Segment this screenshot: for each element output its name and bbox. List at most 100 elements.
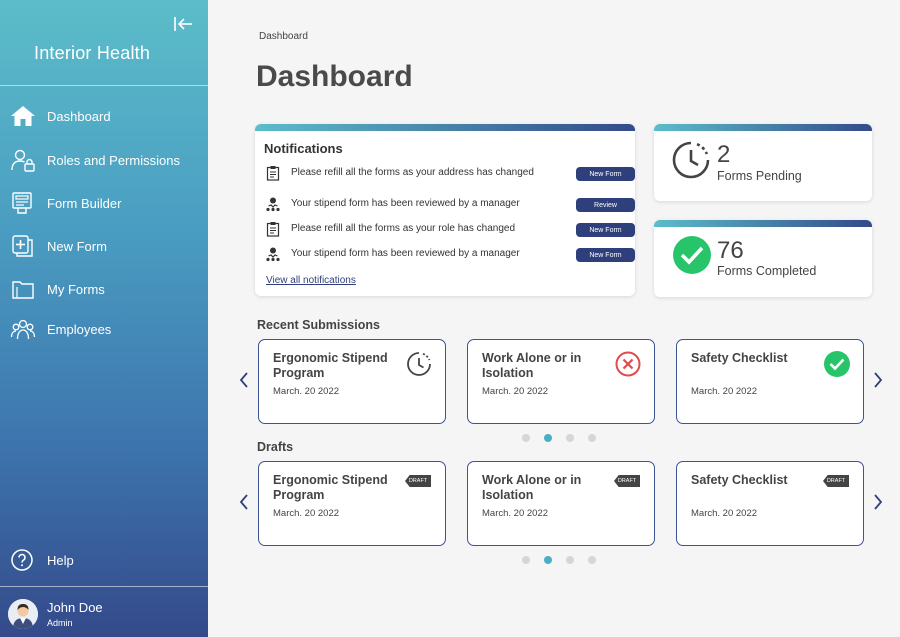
pending-clock-icon xyxy=(405,350,433,378)
chevron-right-icon[interactable] xyxy=(871,370,885,390)
user-role: Admin xyxy=(47,618,73,628)
chevron-left-icon[interactable] xyxy=(237,370,251,390)
notification-text: Please refill all the forms as your role… xyxy=(291,223,516,234)
form-builder-icon xyxy=(10,191,36,215)
carousel-dot[interactable] xyxy=(588,434,596,442)
carousel-dot-active[interactable] xyxy=(544,434,552,442)
chevron-right-icon[interactable] xyxy=(871,492,885,512)
notification-text: Please refill all the forms as your addr… xyxy=(291,167,534,178)
help-label: Help xyxy=(47,552,74,568)
draft-date: March. 20 2022 xyxy=(273,508,340,519)
forms-pending-label: Forms Pending xyxy=(717,169,802,183)
pending-clock-icon xyxy=(670,139,712,181)
card-accent-bar xyxy=(654,124,872,131)
completed-check-icon xyxy=(672,235,714,277)
drafts-carousel-dots xyxy=(522,556,602,566)
submission-title: Ergonomic Stipend Program xyxy=(273,351,388,380)
carousel-dot[interactable] xyxy=(566,556,574,564)
sidebar-item-form-builder[interactable]: Form Builder xyxy=(0,185,208,221)
employees-icon xyxy=(10,317,36,341)
draft-card[interactable]: Ergonomic Stipend Program March. 20 2022… xyxy=(258,461,446,546)
avatar xyxy=(8,599,38,629)
sidebar-item-new-form[interactable]: New Form xyxy=(0,228,208,264)
submission-title: Work Alone or in Isolation xyxy=(482,351,582,380)
rejected-x-icon xyxy=(614,350,642,378)
carousel-dot-active[interactable] xyxy=(544,556,552,564)
sidebar-item-help[interactable]: Help xyxy=(0,542,208,578)
card-accent-bar xyxy=(255,124,635,131)
new-form-button[interactable]: New Form xyxy=(576,223,635,237)
help-icon xyxy=(10,548,36,572)
notifications-title: Notifications xyxy=(264,141,343,156)
sidebar-item-roles[interactable]: Roles and Permissions xyxy=(0,142,208,178)
notification-text: Your stipend form has been reviewed by a… xyxy=(291,198,520,209)
notification-item: Your stipend form has been reviewed by a… xyxy=(264,195,635,215)
sidebar-item-employees[interactable]: Employees xyxy=(0,311,208,347)
sidebar-item-my-forms[interactable]: My Forms xyxy=(0,271,208,307)
sidebar-divider xyxy=(0,85,208,86)
sidebar-item-label: New Form xyxy=(47,238,107,254)
breadcrumb[interactable]: Dashboard xyxy=(259,31,308,42)
sidebar-item-label: Dashboard xyxy=(47,108,111,124)
draft-title: Work Alone or in Isolation xyxy=(482,473,582,502)
new-form-button[interactable]: New Form xyxy=(576,248,635,262)
clipboard-icon xyxy=(265,221,281,237)
review-button[interactable]: Review xyxy=(576,198,635,212)
sidebar-item-label: My Forms xyxy=(47,281,105,297)
draft-tag: DRAFT xyxy=(614,475,640,487)
draft-title: Ergonomic Stipend Program xyxy=(273,473,388,502)
draft-tag: DRAFT xyxy=(823,475,849,487)
forms-completed-count: 76 xyxy=(717,237,744,264)
chevron-left-icon[interactable] xyxy=(237,492,251,512)
new-form-button[interactable]: New Form xyxy=(576,167,635,181)
notification-item: Please refill all the forms as your role… xyxy=(264,220,635,240)
draft-card[interactable]: Safety Checklist March. 20 2022 DRAFT xyxy=(676,461,864,546)
carousel-dot[interactable] xyxy=(588,556,596,564)
clipboard-icon xyxy=(265,165,281,181)
sidebar-divider xyxy=(0,586,208,587)
submission-date: March. 20 2022 xyxy=(482,386,549,397)
recent-submissions-title: Recent Submissions xyxy=(257,318,380,332)
carousel-dot[interactable] xyxy=(566,434,574,442)
user-lock-icon xyxy=(10,148,36,172)
manager-icon xyxy=(265,196,281,212)
main-content: Dashboard Dashboard Notifications Please… xyxy=(208,0,900,637)
user-profile[interactable]: John Doe Admin xyxy=(0,592,208,637)
manager-icon xyxy=(265,246,281,262)
forms-pending-card[interactable]: 2 Forms Pending xyxy=(654,124,872,201)
view-all-notifications-link[interactable]: View all notifications xyxy=(266,275,356,286)
notification-text: Your stipend form has been reviewed by a… xyxy=(291,248,520,259)
completed-check-icon xyxy=(823,350,851,378)
recent-carousel-dots xyxy=(522,434,602,444)
submission-title: Safety Checklist xyxy=(691,351,788,365)
submission-card[interactable]: Work Alone or in Isolation March. 20 202… xyxy=(467,339,655,424)
forms-completed-card[interactable]: 76 Forms Completed xyxy=(654,220,872,297)
drafts-title: Drafts xyxy=(257,440,294,454)
draft-date: March. 20 2022 xyxy=(691,508,758,519)
sidebar-item-dashboard[interactable]: Dashboard xyxy=(0,98,208,134)
sidebar: Interior Health Dashboard Roles and Perm… xyxy=(0,0,208,637)
sidebar-item-label: Employees xyxy=(47,321,112,337)
user-name: John Doe xyxy=(47,600,103,615)
notifications-card: Notifications Please refill all the form… xyxy=(255,124,635,296)
carousel-dot[interactable] xyxy=(522,434,530,442)
draft-date: March. 20 2022 xyxy=(482,508,549,519)
home-icon xyxy=(10,104,36,128)
brand-title: Interior Health xyxy=(34,43,151,63)
draft-tag: DRAFT xyxy=(405,475,431,487)
submission-date: March. 20 2022 xyxy=(691,386,758,397)
draft-card[interactable]: Work Alone or in Isolation March. 20 202… xyxy=(467,461,655,546)
card-accent-bar xyxy=(654,220,872,227)
new-form-icon xyxy=(10,234,36,258)
draft-title: Safety Checklist xyxy=(691,473,788,487)
submission-card[interactable]: Safety Checklist March. 20 2022 xyxy=(676,339,864,424)
sidebar-item-label: Roles and Permissions xyxy=(47,152,180,168)
collapse-sidebar-icon[interactable] xyxy=(172,14,194,34)
carousel-dot[interactable] xyxy=(522,556,530,564)
submission-date: March. 20 2022 xyxy=(273,386,340,397)
notification-item: Your stipend form has been reviewed by a… xyxy=(264,245,635,265)
forms-pending-count: 2 xyxy=(717,141,731,168)
sidebar-item-label: Form Builder xyxy=(47,195,122,211)
submission-card[interactable]: Ergonomic Stipend Program March. 20 2022 xyxy=(258,339,446,424)
page-title: Dashboard xyxy=(256,60,413,93)
